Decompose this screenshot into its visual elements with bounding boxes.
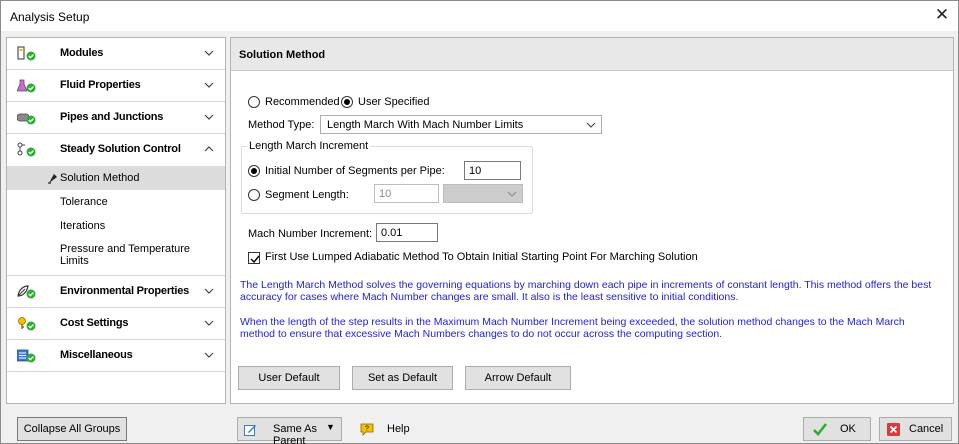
- sidebar: Modules Fluid Properties Pipes and Junct…: [6, 37, 226, 404]
- sidebar-item-iterations[interactable]: Iterations: [7, 214, 225, 238]
- description-line: The Length March Method solves the gover…: [240, 279, 932, 291]
- environmental-icon: [17, 285, 36, 299]
- collapse-all-groups-button[interactable]: Collapse All Groups: [17, 417, 127, 441]
- description-line: When the length of the step results in t…: [240, 316, 905, 328]
- miscellaneous-icon: [17, 349, 36, 363]
- initial-segments-label: Initial Number of Segments per Pipe:: [265, 165, 445, 177]
- sidebar-item-tolerance[interactable]: Tolerance: [7, 190, 225, 214]
- pointer-icon: [48, 174, 57, 184]
- recommended-label: Recommended: [265, 96, 340, 108]
- svg-text:?: ?: [365, 426, 369, 433]
- help-label: Help: [387, 423, 410, 435]
- sidebar-group-label: Miscellaneous: [60, 349, 133, 361]
- lumped-adiabatic-label: First Use Lumped Adiabatic Method To Obt…: [265, 251, 698, 263]
- panel-title: Solution Method: [239, 49, 326, 61]
- edit-icon: [244, 425, 256, 436]
- sidebar-group-label: Modules: [60, 47, 104, 59]
- solution-method-panel: Solution Method Recommended User Specifi…: [230, 37, 954, 404]
- chevron-down-icon: [204, 320, 214, 326]
- sidebar-group-pipes-junctions[interactable]: Pipes and Junctions: [7, 102, 225, 134]
- sidebar-item-label: Solution Method: [60, 172, 140, 184]
- chevron-down-icon: [507, 191, 517, 197]
- method-type-value: Length March With Mach Number Limits: [327, 119, 524, 131]
- checkmark-icon: [250, 255, 260, 264]
- cancel-button[interactable]: Cancel: [879, 417, 952, 441]
- initial-segments-input[interactable]: 10: [464, 161, 521, 180]
- arrow-default-button[interactable]: Arrow Default: [465, 366, 571, 390]
- pipes-junctions-icon: [17, 113, 36, 125]
- length-march-increment-legend: Length March Increment: [247, 140, 371, 152]
- sidebar-group-label: Steady Solution Control: [60, 143, 181, 155]
- sidebar-item-label: Pressure and Temperature Limits: [60, 243, 191, 267]
- title-bar: Analysis Setup ✕: [1, 1, 958, 31]
- cost-settings-icon: [18, 317, 36, 331]
- recommended-radio[interactable]: [248, 96, 260, 108]
- sidebar-group-miscellaneous[interactable]: Miscellaneous: [7, 340, 225, 372]
- sidebar-group-label: Environmental Properties: [60, 285, 190, 297]
- chevron-down-icon: [204, 114, 214, 120]
- mach-increment-label: Mach Number Increment:: [248, 228, 373, 240]
- close-icon[interactable]: ✕: [930, 4, 954, 28]
- ok-button[interactable]: OK: [803, 417, 871, 441]
- segment-length-units-select[interactable]: [443, 184, 523, 203]
- sidebar-item-label: Tolerance: [60, 196, 108, 208]
- method-type-label: Method Type:: [248, 119, 315, 131]
- chevron-up-icon: [204, 146, 214, 152]
- sidebar-item-solution-method[interactable]: Solution Method: [7, 166, 225, 190]
- cancel-icon: [887, 423, 900, 436]
- modules-icon: [17, 46, 36, 61]
- checkmark-icon: [813, 423, 828, 436]
- chevron-down-icon: [204, 50, 214, 56]
- sidebar-group-label: Cost Settings: [60, 317, 129, 329]
- segment-length-input[interactable]: 10: [374, 184, 439, 203]
- user-default-button[interactable]: User Default: [238, 366, 340, 390]
- description-line: method to ensure that excessive Mach Num…: [240, 328, 723, 340]
- set-as-default-button[interactable]: Set as Default: [352, 366, 453, 390]
- panel-header: Solution Method: [231, 38, 953, 71]
- sidebar-group-modules[interactable]: Modules: [7, 38, 225, 70]
- help-icon: ?: [360, 423, 374, 436]
- window-title: Analysis Setup: [10, 10, 90, 24]
- length-march-increment-group: [241, 146, 533, 214]
- analysis-setup-window: Analysis Setup ✕ Modules Fluid Propertie…: [0, 0, 959, 444]
- mach-increment-input[interactable]: 0.01: [376, 223, 438, 242]
- method-type-select[interactable]: Length March With Mach Number Limits: [320, 115, 602, 134]
- sidebar-group-fluid-properties[interactable]: Fluid Properties: [7, 70, 225, 102]
- user-specified-label: User Specified: [358, 96, 430, 108]
- help-button[interactable]: ? Help: [356, 417, 414, 441]
- sidebar-item-label: Iterations: [60, 220, 106, 232]
- segment-length-radio[interactable]: [248, 189, 260, 201]
- sidebar-group-cost-settings[interactable]: Cost Settings: [7, 308, 225, 340]
- description-line: accuracy for cases where Mach Number cha…: [240, 291, 739, 303]
- fluid-properties-icon: [17, 79, 36, 93]
- same-as-parent-button[interactable]: Same As Parent ▼: [237, 417, 342, 444]
- segment-length-label: Segment Length:: [265, 189, 349, 201]
- sidebar-item-pressure-temperature-limits[interactable]: Pressure and Temperature Limits: [7, 238, 225, 276]
- chevron-down-icon: [586, 122, 596, 128]
- chevron-down-icon: [204, 288, 214, 294]
- sidebar-group-environmental-properties[interactable]: Environmental Properties: [7, 276, 225, 308]
- initial-segments-radio[interactable]: [248, 165, 260, 177]
- chevron-down-icon: [204, 352, 214, 358]
- chevron-down-icon: [204, 82, 214, 88]
- sidebar-group-label: Pipes and Junctions: [60, 111, 164, 123]
- dropdown-arrow-icon: ▼: [326, 422, 335, 432]
- ok-label: OK: [840, 423, 856, 435]
- lumped-adiabatic-checkbox[interactable]: [248, 252, 260, 264]
- sidebar-group-label: Fluid Properties: [60, 79, 141, 91]
- sidebar-group-steady-solution-control[interactable]: Steady Solution Control: [7, 134, 225, 166]
- cancel-label: Cancel: [909, 423, 944, 435]
- user-specified-radio[interactable]: [341, 96, 353, 108]
- steady-solution-icon: [17, 142, 36, 157]
